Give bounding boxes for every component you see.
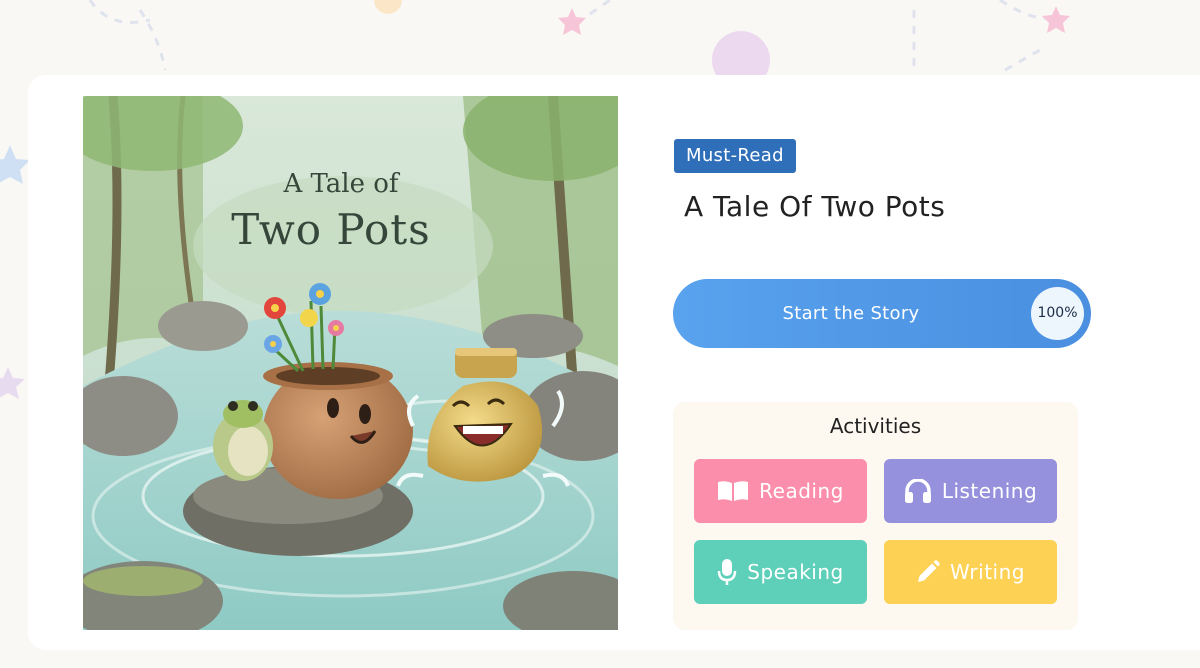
start-story-button[interactable]: Start the Story 100% <box>673 279 1091 348</box>
start-story-label: Start the Story <box>782 303 920 324</box>
progress-indicator: 100% <box>1031 287 1084 340</box>
story-title: A Tale Of Two Pots <box>684 190 946 223</box>
must-read-badge: Must-Read <box>674 139 796 173</box>
star-decoration <box>0 145 30 405</box>
reading-button[interactable]: Reading <box>694 459 867 523</box>
pencil-icon <box>918 560 940 582</box>
cover-title-line2: Two Pots <box>231 205 430 254</box>
listening-button[interactable]: Listening <box>884 459 1057 523</box>
speaking-button[interactable]: Speaking <box>694 540 867 604</box>
background-decoration <box>0 0 1200 89</box>
story-cover-image[interactable]: A Tale of Two Pots <box>83 96 618 630</box>
writing-button[interactable]: Writing <box>884 540 1057 604</box>
speaking-label: Speaking <box>747 560 844 584</box>
reading-label: Reading <box>759 479 844 503</box>
book-icon <box>718 481 749 501</box>
headphones-icon <box>904 479 931 503</box>
microphone-icon <box>718 559 737 585</box>
cover-title-line1: A Tale of <box>282 169 400 199</box>
activities-panel: Activities Reading Listening Speaking Wr… <box>673 402 1078 630</box>
writing-label: Writing <box>950 560 1025 584</box>
listening-label: Listening <box>941 479 1038 503</box>
activities-title: Activities <box>829 414 922 438</box>
